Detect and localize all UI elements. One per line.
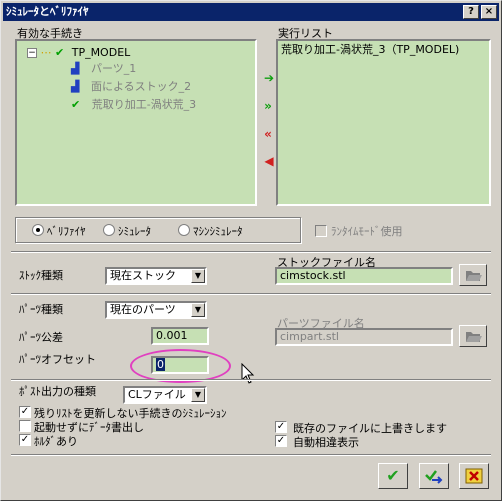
tree-root-label: TP_MODEL — [71, 46, 131, 59]
collapse-toggle-icon[interactable]: − — [27, 48, 37, 58]
chevron-down-icon[interactable]: ▼ — [191, 269, 205, 283]
close-button[interactable]: × — [481, 5, 497, 19]
radio-verifier-label: ﾍﾞﾘﾌｧｲﾔ — [47, 225, 86, 238]
procedures-tree[interactable]: − ⋯ ✔ TP_MODEL ▟ パーツ_1 ▟ 面によるストック_2 ✔ 荒取… — [15, 39, 257, 206]
chevron-down-icon[interactable]: ▼ — [191, 388, 205, 402]
post-type-label: ﾎﾟｽﾄ出力の種類 — [19, 385, 96, 398]
post-type-select[interactable]: CLファイル ▼ — [123, 386, 207, 404]
part-tolerance-label: ﾊﾟｰﾂ公差 — [19, 331, 63, 344]
window-title: ｼﾐｭﾚｰﾀとﾍﾞﾘﾌｧｲﾔ — [6, 5, 89, 18]
part-file-field[interactable]: cimpart.stl — [275, 328, 453, 346]
folder-dots-icon: ⋯ — [40, 46, 52, 59]
stock-type-select[interactable]: 現在ストック ▼ — [105, 267, 207, 285]
opt-overwrite-checkbox[interactable]: ✓ — [275, 421, 287, 433]
add-all-arrow-icon[interactable]: » — [260, 99, 276, 113]
stock-browse-button[interactable] — [459, 264, 487, 286]
tree-item-roughing[interactable]: ✔ 荒取り加工-渦状荒_3 — [71, 97, 196, 113]
ok-button[interactable]: ✔ — [378, 463, 408, 489]
apply-button[interactable] — [419, 463, 449, 489]
folder-open-icon — [466, 271, 482, 281]
mouse-cursor-icon — [241, 363, 255, 384]
separator — [11, 293, 491, 295]
stock-type-label: ｽﾄｯｸ種類 — [19, 269, 63, 282]
opt-simulate-checkbox[interactable]: ✓ — [19, 406, 31, 418]
part-offset-label: ﾊﾟｰﾂオフセット — [19, 353, 96, 366]
remove-arrow-icon[interactable]: ◀ — [261, 154, 277, 168]
stock-icon: ▟ — [71, 80, 80, 93]
chevron-down-icon[interactable]: ▼ — [191, 303, 205, 317]
separator — [11, 251, 491, 253]
opt-autodiff-label: 自動相違表示 — [293, 436, 359, 449]
check-icon: ✔ — [71, 98, 81, 111]
part-type-label: ﾊﾟｰﾂ種類 — [19, 303, 63, 316]
title-bar: ｼﾐｭﾚｰﾀとﾍﾞﾘﾌｧｲﾔ ? × — [3, 3, 499, 21]
add-arrow-icon[interactable]: ➔ — [261, 71, 277, 85]
separator — [11, 454, 491, 456]
radio-verifier[interactable] — [32, 224, 44, 236]
radio-machine-simulator[interactable] — [178, 224, 190, 236]
runtime-mode-checkbox[interactable] — [315, 225, 327, 237]
radio-machine-simulator-label: ﾏｼﾝｼﾐｭﾚｰﾀ — [193, 225, 243, 238]
opt-holder-label: ﾎﾙﾀﾞあり — [34, 435, 78, 448]
stock-file-field[interactable]: cimstock.stl — [275, 267, 453, 285]
remove-all-arrow-icon[interactable]: « — [260, 127, 276, 141]
cancel-button[interactable] — [459, 463, 489, 489]
simulator-verifier-dialog: ｼﾐｭﾚｰﾀとﾍﾞﾘﾌｧｲﾔ ? × 有効な手続き − ⋯ ✔ TP_MODEL… — [0, 0, 502, 501]
part-type-select[interactable]: 現在のパーツ ▼ — [105, 301, 207, 319]
check-icon: ✔ — [55, 46, 65, 59]
cancel-icon — [465, 468, 483, 484]
exec-list-item[interactable]: 荒取り加工-渦状荒_3（TP_MODEL) — [281, 42, 459, 58]
runtime-mode-label: ﾗﾝﾀｲﾑﾓｰﾄﾞ使用 — [331, 225, 403, 238]
separator — [11, 379, 491, 381]
tree-item-part[interactable]: ▟ パーツ_1 — [71, 61, 136, 77]
highlight-ellipse — [130, 349, 231, 383]
opt-holder-checkbox[interactable]: ✓ — [19, 434, 31, 446]
radio-simulator[interactable] — [103, 224, 115, 236]
tree-item-stock[interactable]: ▟ 面によるストック_2 — [71, 79, 191, 95]
tree-root[interactable]: − ⋯ ✔ TP_MODEL — [27, 45, 130, 61]
radio-simulator-label: ｼﾐｭﾚｰﾀ — [118, 225, 151, 238]
part-browse-button[interactable] — [459, 325, 487, 347]
check-arrow-icon — [425, 470, 443, 484]
folder-open-icon — [466, 332, 482, 342]
part-icon: ▟ — [71, 62, 80, 75]
opt-autodiff-checkbox[interactable]: ✓ — [275, 435, 287, 447]
check-icon: ✔ — [386, 466, 400, 485]
opt-export-checkbox[interactable] — [19, 420, 31, 432]
help-button[interactable]: ? — [463, 5, 479, 19]
exec-list[interactable]: 荒取り加工-渦状荒_3（TP_MODEL) — [276, 39, 491, 206]
part-tolerance-field[interactable]: 0.001 — [151, 327, 209, 345]
